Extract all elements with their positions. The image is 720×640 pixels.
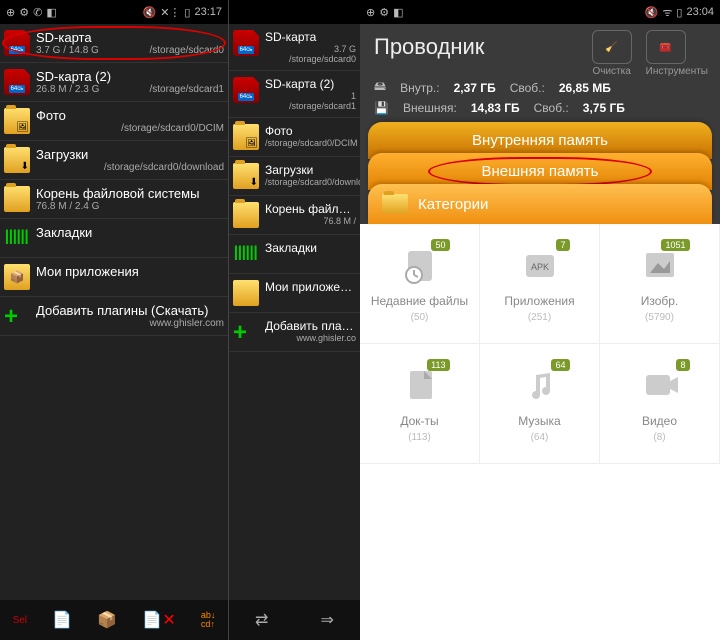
folder-icon: ⬇ (233, 163, 259, 189)
app-icon: ◧ (393, 6, 403, 19)
list-item[interactable]: 64сь SD-карта (2) 1/storage/sdcard1 (229, 71, 360, 118)
cell-music[interactable]: 64 Музыка (64) (480, 344, 600, 464)
folder-icon (233, 202, 259, 228)
storage-info: 🖴 Внутр.: 2,37 ГБ Своб.: 26,85 МБ 💾 Внеш… (360, 70, 720, 128)
cell-images[interactable]: 1051 Изобр. (5790) (600, 224, 720, 344)
add-plugins-row[interactable]: + Добавить плагины (Скачать) www.ghisler… (0, 297, 228, 336)
sd-card-icon: 64сь (233, 30, 259, 56)
wifi-icon: ᯤ (662, 5, 672, 20)
swap-button[interactable]: ⇄ (255, 610, 268, 630)
add-icon: ⊕ (366, 6, 375, 19)
sd-card-icon: 64сь (233, 77, 259, 103)
gear-icon: ⚙ (19, 6, 29, 19)
my-apps-row[interactable]: 📦 Мои приложения (0, 258, 228, 297)
bookmark-icon: ⅢⅢ (233, 241, 259, 267)
storage-tabs: Внутренняя память Внешняя память Категор… (360, 128, 720, 224)
svg-text:APK: APK (530, 262, 548, 272)
bookmarks-row[interactable]: ⅢⅢ Закладки (0, 219, 228, 258)
folder-icon: 🖼 (4, 108, 30, 134)
folder-icon (382, 194, 408, 214)
phone-right-panel: ⊕ ⚙ ◧ 🔇 ᯤ ▯ 23:04 Проводник 🧹 Очистка 🧰 … (360, 0, 720, 640)
file-list-left: 64сь SD-карта 3.7 G / 14.8 G/storage/sdc… (0, 24, 228, 600)
list-item[interactable]: Мои приложения (229, 274, 360, 313)
video-icon: 8 (640, 365, 680, 410)
list-item[interactable]: ⅢⅢ Закладки (229, 235, 360, 274)
battery-icon: ▯ (184, 6, 190, 19)
storage-icon: 🖴 (374, 77, 386, 98)
toolbox-icon: 🧰 (659, 42, 671, 53)
downloads-row[interactable]: ⬇ Загрузки /storage/sdcard0/download (0, 141, 228, 180)
toolbar-left: Sel 📄 📦 📄✕ ab↓cd↑ (0, 600, 228, 640)
battery-icon: ▯ (676, 6, 682, 19)
plus-icon: + (4, 303, 30, 329)
music-icon: 64 (520, 365, 560, 410)
sort-button[interactable]: ab↓cd↑ (201, 611, 216, 629)
toolbar-mid: ⇄ ⇒ (229, 600, 360, 640)
apk-icon: APK7 (520, 245, 560, 290)
mute-icon: 🔇 (645, 6, 659, 19)
recent-icon: 50 (400, 245, 440, 290)
apps-icon (233, 280, 259, 306)
clock: 23:17 (194, 6, 222, 18)
cell-recent[interactable]: 50 Недавние файлы (50) (360, 224, 480, 344)
doc-icon: 113 (400, 365, 440, 410)
folder-icon: ⬇ (4, 147, 30, 173)
select-button[interactable]: Sel (13, 615, 27, 626)
photos-row[interactable]: 🖼 Фото /storage/sdcard0/DCIM (0, 102, 228, 141)
explorer-header: Проводник 🧹 Очистка 🧰 Инструменты (360, 24, 720, 70)
delete-button[interactable]: 📄✕ (142, 610, 175, 630)
sd-card-row[interactable]: 64сь SD-карта 3.7 G / 14.8 G/storage/sdc… (0, 24, 228, 63)
phone-middle-panel: 64сь SD-карта 3.7 G/storage/sdcard0 64сь… (228, 0, 360, 640)
list-item[interactable]: + Добавить плагины (Скачать) www.ghisler… (229, 313, 360, 352)
bookmark-icon: ⅢⅢ (4, 225, 30, 251)
statusbar-left: ⊕ ⚙ ✆ ◧ 🔇 ✕⋮ ▯ 23:17 (0, 0, 228, 24)
folder-icon: 🖼 (233, 124, 259, 150)
category-grid: 50 Недавние файлы (50) APK7 Приложения (… (360, 224, 720, 640)
statusbar-right: ⊕ ⚙ ◧ 🔇 ᯤ ▯ 23:04 (360, 0, 720, 24)
clean-button[interactable]: 🧹 Очистка (592, 30, 632, 77)
archive-button[interactable]: 📦 (97, 610, 117, 630)
cell-video[interactable]: 8 Видео (8) (600, 344, 720, 464)
cell-docs[interactable]: 113 Док-ты (113) (360, 344, 480, 464)
root-row[interactable]: Корень файловой системы 76.8 M / 2.4 G (0, 180, 228, 219)
copy-button[interactable]: 📄 (52, 610, 72, 630)
tab-categories[interactable]: Категории (368, 184, 712, 224)
file-list-mid: 64сь SD-карта 3.7 G/storage/sdcard0 64сь… (229, 24, 360, 600)
sd-card-icon: 64сь (4, 30, 30, 56)
list-item[interactable]: 64сь SD-карта 3.7 G/storage/sdcard0 (229, 24, 360, 71)
sd-card-2-row[interactable]: 64сь SD-карта (2) 26.8 M / 2.3 G/storage… (0, 63, 228, 102)
list-item[interactable]: 🖼 Фото /storage/sdcard0/DCIM (229, 118, 360, 157)
app-icon: ◧ (46, 6, 56, 19)
viber-icon: ✆ (33, 6, 42, 19)
sd-icon: 💾 (374, 101, 389, 115)
sd-card-icon: 64сь (4, 69, 30, 95)
plus-icon: + (233, 319, 259, 345)
cell-apps[interactable]: APK7 Приложения (251) (480, 224, 600, 344)
mute-icon: 🔇 (142, 6, 156, 19)
statusbar-mid (229, 0, 360, 24)
brush-icon: 🧹 (605, 42, 617, 53)
apps-icon: 📦 (4, 264, 30, 290)
list-item[interactable]: ⬇ Загрузки /storage/sdcard0/download (229, 157, 360, 196)
phone-left-panel: ⊕ ⚙ ✆ ◧ 🔇 ✕⋮ ▯ 23:17 64сь SD-карта 3.7 G… (0, 0, 228, 640)
wifi-icon: ✕⋮ (160, 6, 180, 19)
clock: 23:04 (686, 6, 714, 18)
tools-button[interactable]: 🧰 Инструменты (646, 30, 708, 77)
folder-icon (4, 186, 30, 212)
add-icon: ⊕ (6, 6, 15, 19)
image-icon: 1051 (640, 245, 680, 290)
gear-icon: ⚙ (379, 6, 389, 19)
forward-button[interactable]: ⇒ (321, 610, 334, 630)
list-item[interactable]: Корень файловой системы 76.8 M / (229, 196, 360, 235)
